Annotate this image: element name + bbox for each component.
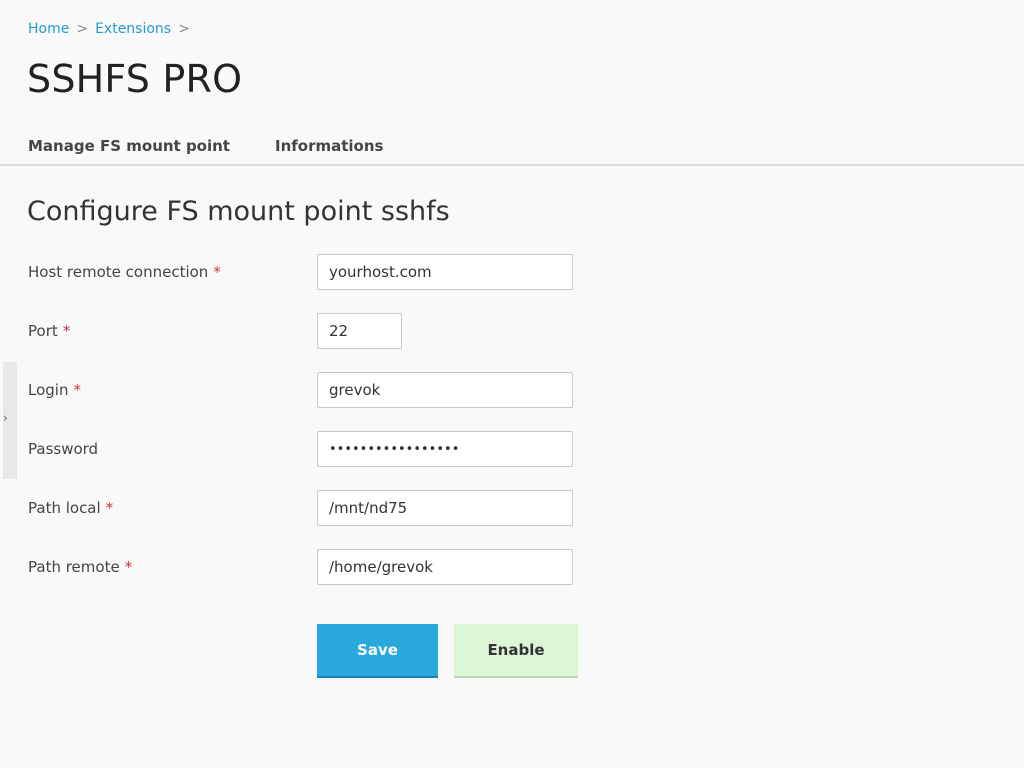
path-local-label-text: Path local bbox=[28, 499, 101, 517]
port-label-text: Port bbox=[28, 322, 58, 340]
breadcrumb-separator-icon: > bbox=[178, 21, 190, 37]
login-label: Login * bbox=[28, 380, 81, 400]
host-label: Host remote connection * bbox=[28, 262, 221, 282]
port-label: Port * bbox=[28, 321, 70, 341]
tab-bar: Manage FS mount point Informations bbox=[0, 128, 1024, 166]
breadcrumb-home-link[interactable]: Home bbox=[28, 21, 69, 37]
path-local-label: Path local * bbox=[28, 498, 113, 518]
chevron-right-icon: › bbox=[3, 411, 8, 425]
required-marker: * bbox=[62, 322, 71, 340]
path-remote-label: Path remote * bbox=[28, 557, 132, 577]
login-label-text: Login bbox=[28, 381, 69, 399]
tab-informations[interactable]: Informations bbox=[275, 136, 383, 156]
required-marker: * bbox=[105, 499, 114, 517]
password-label: Password bbox=[28, 439, 98, 459]
section-title: Configure FS mount point sshfs bbox=[27, 196, 450, 227]
tab-manage-fs-mount-point[interactable]: Manage FS mount point bbox=[28, 136, 230, 156]
path-remote-label-text: Path remote bbox=[28, 558, 120, 576]
port-input[interactable] bbox=[317, 313, 402, 349]
breadcrumb-separator-icon: > bbox=[76, 21, 89, 37]
save-button[interactable]: Save bbox=[317, 624, 438, 678]
path-remote-input[interactable] bbox=[317, 549, 573, 585]
enable-button[interactable]: Enable bbox=[454, 624, 578, 678]
required-marker: * bbox=[213, 263, 221, 281]
required-marker: * bbox=[73, 381, 81, 399]
side-panel-toggle[interactable]: › bbox=[3, 362, 17, 479]
path-local-input[interactable] bbox=[317, 490, 573, 526]
host-label-text: Host remote connection bbox=[28, 263, 209, 281]
password-label-text: Password bbox=[28, 440, 99, 458]
page-title: SSHFS PRO bbox=[27, 57, 243, 101]
password-input[interactable] bbox=[317, 431, 573, 467]
breadcrumb-extensions-link[interactable]: Extensions bbox=[95, 21, 171, 37]
breadcrumb: Home > Extensions > bbox=[28, 19, 197, 39]
host-input[interactable] bbox=[317, 254, 573, 290]
login-input[interactable] bbox=[317, 372, 573, 408]
page: Home > Extensions > SSHFS PRO Manage FS mou… bbox=[0, 0, 1024, 768]
required-marker: * bbox=[124, 558, 133, 576]
